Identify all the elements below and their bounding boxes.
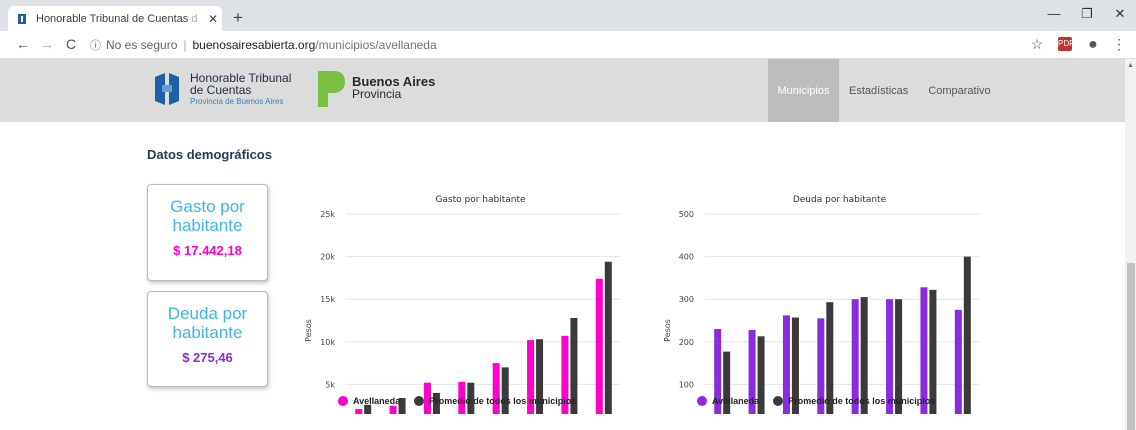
legend-dot-icon (773, 396, 784, 406)
ba-logo-text: Buenos Aires Provincia (352, 74, 436, 101)
legend-dot-icon (697, 396, 707, 406)
legend-entry[interactable]: Avellaneda (697, 396, 759, 406)
gasto-chart: Gasto por habitante05k10k15k20k25kPesos2… (298, 184, 638, 430)
nav-municipios[interactable]: Municipios (768, 59, 839, 122)
site-header: Honorable Tribunal de Cuentas Provincia … (0, 59, 1125, 122)
gasto-value: $ 17.442,18 (173, 243, 242, 258)
site-favicon-icon (18, 13, 26, 24)
tab-title: Honorable Tribunal de Cuentas d (36, 12, 198, 25)
main-nav: Municipios Estadísticas Comparativo (768, 59, 1001, 122)
y-tick-label: 500 (679, 210, 694, 219)
maximize-button[interactable]: ❐ (1075, 6, 1099, 22)
ba-logo-icon[interactable] (316, 69, 346, 109)
chart-title: Gasto por habitante (435, 195, 526, 205)
deuda-label: Deuda por habitante (167, 304, 248, 342)
gasto-legend: Avellaneda Promedio de todos los municip… (338, 396, 590, 406)
url-path: /municipios/avellaneda (315, 38, 437, 52)
browser-menu-icon[interactable]: ⋮ (1110, 36, 1128, 53)
bar-municipio (355, 409, 363, 427)
security-label: No es seguro (106, 38, 178, 52)
legend-dot-icon (414, 396, 425, 406)
deuda-value: $ 275,46 (182, 350, 233, 365)
gasto-chart-svg: Gasto por habitante05k10k15k20k25kPesos2… (304, 195, 621, 430)
y-tick-label: 10k (320, 338, 335, 347)
y-tick-label: 25k (320, 210, 335, 219)
new-tab-button[interactable]: + (228, 8, 248, 28)
bar-promedio (501, 367, 509, 427)
forward-button[interactable]: → (38, 36, 56, 52)
gasto-card: Gasto por habitante $ 17.442,18 (147, 184, 268, 281)
deuda-chart-svg: Deuda por habitante0100200300400500Pesos… (663, 195, 980, 430)
gasto-label: Gasto por habitante (170, 197, 245, 235)
y-tick-label: 200 (679, 338, 694, 347)
url-host: buenosairesabierta.org (192, 38, 316, 52)
y-tick-label: 300 (679, 295, 694, 304)
deuda-card: Deuda por habitante $ 275,46 (147, 291, 268, 387)
scrollbar-thumb[interactable] (1127, 263, 1135, 430)
nav-comparativo[interactable]: Comparativo (918, 59, 1000, 122)
browser-toolbar: ← → C ⓘ No es seguro | buenosairesabiert… (0, 31, 1136, 59)
browser-tab[interactable]: Honorable Tribunal de Cuentas d ✕ (8, 6, 222, 31)
y-tick-label: 15k (320, 295, 335, 304)
y-tick-label: 20k (320, 253, 335, 262)
htc-logo-icon[interactable] (152, 71, 182, 107)
profile-icon[interactable]: ● (1084, 36, 1102, 54)
y-axis-label: Pesos (304, 319, 313, 342)
page-viewport: Honorable Tribunal de Cuentas Provincia … (0, 59, 1125, 430)
y-axis-label: Pesos (663, 319, 672, 342)
bar-municipio (492, 363, 500, 427)
deuda-legend: Avellaneda Promedio de todos los municip… (697, 396, 949, 406)
bar-municipio (595, 278, 603, 427)
y-tick-label: 5k (325, 380, 335, 389)
bar-municipio (954, 309, 962, 427)
window-close-button[interactable]: ✕ (1108, 6, 1132, 22)
bar-promedio (364, 404, 372, 427)
deuda-chart: Deuda por habitante0100200300400500Pesos… (657, 184, 997, 430)
info-icon[interactable]: ⓘ (90, 37, 101, 53)
legend-entry[interactable]: Promedio de todos los municipios (773, 396, 935, 406)
reload-button[interactable]: C (62, 36, 80, 52)
chart-title: Deuda por habitante (793, 195, 887, 205)
section-title: Datos demográficos (147, 147, 272, 162)
back-button[interactable]: ← (14, 36, 32, 52)
pdf-extension-icon[interactable]: PDF (1058, 37, 1074, 51)
minimize-button[interactable]: — (1042, 6, 1066, 21)
bar-promedio (963, 256, 971, 427)
scroll-up-icon[interactable]: ▲ (1125, 60, 1136, 71)
bar-municipio (389, 405, 397, 427)
bar-promedio (604, 261, 612, 427)
tab-close-icon[interactable]: ✕ (204, 12, 222, 26)
legend-entry[interactable]: Avellaneda (338, 396, 400, 406)
address-bar[interactable]: ⓘ No es seguro | buenosairesabierta.org /… (90, 34, 1020, 56)
htc-logo-text: Honorable Tribunal de Cuentas Provincia … (190, 71, 292, 106)
address-separator: | (183, 38, 187, 52)
bookmark-star-icon[interactable]: ☆ (1028, 36, 1046, 53)
legend-dot-icon (338, 396, 348, 406)
legend-entry[interactable]: Promedio de todos los municipios (414, 396, 576, 406)
nav-estadisticas[interactable]: Estadísticas (839, 59, 918, 122)
y-tick-label: 100 (679, 380, 694, 389)
bar-municipio (920, 287, 928, 427)
y-tick-label: 400 (679, 253, 694, 262)
browser-tab-strip: Honorable Tribunal de Cuentas d ✕ + — ❐ … (0, 0, 1136, 31)
